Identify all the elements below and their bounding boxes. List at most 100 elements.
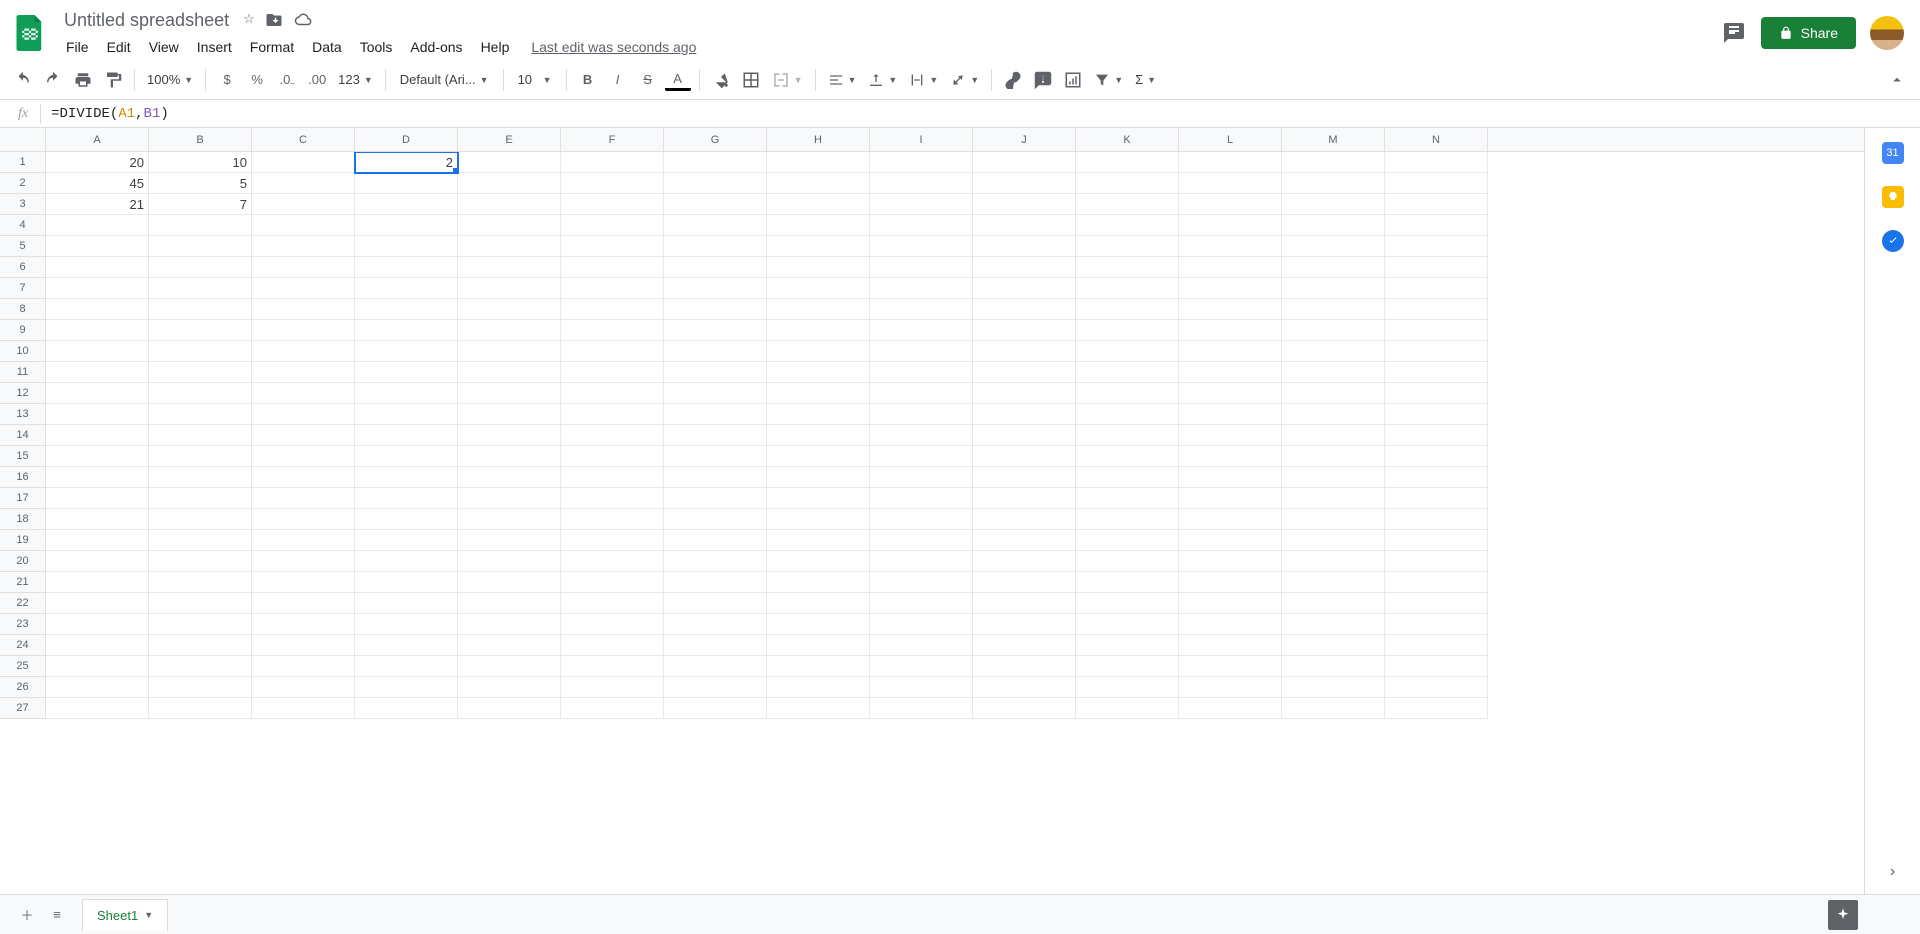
move-icon[interactable]: [265, 11, 283, 29]
cell-F3[interactable]: [561, 194, 664, 215]
cell-C21[interactable]: [252, 572, 355, 593]
cell-G9[interactable]: [664, 320, 767, 341]
cell-F12[interactable]: [561, 383, 664, 404]
cell-H2[interactable]: [767, 173, 870, 194]
cell-D4[interactable]: [355, 215, 458, 236]
cell-G25[interactable]: [664, 656, 767, 677]
cell-E21[interactable]: [458, 572, 561, 593]
column-header-L[interactable]: L: [1179, 128, 1282, 151]
cell-C3[interactable]: [252, 194, 355, 215]
cell-A3[interactable]: 21: [46, 194, 149, 215]
cell-L18[interactable]: [1179, 509, 1282, 530]
cell-F13[interactable]: [561, 404, 664, 425]
cell-E23[interactable]: [458, 614, 561, 635]
cell-B5[interactable]: [149, 236, 252, 257]
cell-E8[interactable]: [458, 299, 561, 320]
cell-D9[interactable]: [355, 320, 458, 341]
share-button[interactable]: Share: [1761, 17, 1856, 49]
cell-J25[interactable]: [973, 656, 1076, 677]
cell-J3[interactable]: [973, 194, 1076, 215]
tasks-icon[interactable]: [1882, 230, 1904, 252]
merge-cells-button[interactable]: ▼: [768, 67, 807, 93]
cell-I22[interactable]: [870, 593, 973, 614]
cell-E2[interactable]: [458, 173, 561, 194]
cell-C1[interactable]: [252, 152, 355, 173]
cell-D8[interactable]: [355, 299, 458, 320]
cell-B15[interactable]: [149, 446, 252, 467]
cell-B7[interactable]: [149, 278, 252, 299]
cell-B1[interactable]: 10: [149, 152, 252, 173]
cell-J9[interactable]: [973, 320, 1076, 341]
row-header-11[interactable]: 11: [0, 362, 46, 383]
cell-A6[interactable]: [46, 257, 149, 278]
cell-H6[interactable]: [767, 257, 870, 278]
cell-E13[interactable]: [458, 404, 561, 425]
row-header-26[interactable]: 26: [0, 677, 46, 698]
cell-C27[interactable]: [252, 698, 355, 719]
cell-C18[interactable]: [252, 509, 355, 530]
insert-comment-button[interactable]: +: [1030, 67, 1056, 93]
cell-K7[interactable]: [1076, 278, 1179, 299]
cell-C20[interactable]: [252, 551, 355, 572]
cell-L10[interactable]: [1179, 341, 1282, 362]
cell-B8[interactable]: [149, 299, 252, 320]
cell-H9[interactable]: [767, 320, 870, 341]
column-header-G[interactable]: G: [664, 128, 767, 151]
cell-H26[interactable]: [767, 677, 870, 698]
borders-button[interactable]: [738, 67, 764, 93]
cell-E12[interactable]: [458, 383, 561, 404]
cell-I14[interactable]: [870, 425, 973, 446]
cell-B12[interactable]: [149, 383, 252, 404]
cell-J22[interactable]: [973, 593, 1076, 614]
cell-J19[interactable]: [973, 530, 1076, 551]
cell-H21[interactable]: [767, 572, 870, 593]
vertical-align-button[interactable]: ▼: [864, 67, 901, 93]
cell-M17[interactable]: [1282, 488, 1385, 509]
cell-N24[interactable]: [1385, 635, 1488, 656]
cell-H8[interactable]: [767, 299, 870, 320]
cell-B9[interactable]: [149, 320, 252, 341]
cell-N19[interactable]: [1385, 530, 1488, 551]
cell-E11[interactable]: [458, 362, 561, 383]
number-format-select[interactable]: 123▼: [334, 67, 377, 93]
cell-E18[interactable]: [458, 509, 561, 530]
cell-K18[interactable]: [1076, 509, 1179, 530]
column-header-H[interactable]: H: [767, 128, 870, 151]
redo-button[interactable]: [40, 67, 66, 93]
cell-B13[interactable]: [149, 404, 252, 425]
cell-D25[interactable]: [355, 656, 458, 677]
cell-C12[interactable]: [252, 383, 355, 404]
cell-J23[interactable]: [973, 614, 1076, 635]
cell-A17[interactable]: [46, 488, 149, 509]
cell-F20[interactable]: [561, 551, 664, 572]
explore-button[interactable]: [1828, 900, 1858, 930]
cell-H1[interactable]: [767, 152, 870, 173]
cell-L19[interactable]: [1179, 530, 1282, 551]
cell-D19[interactable]: [355, 530, 458, 551]
cell-L13[interactable]: [1179, 404, 1282, 425]
cell-J26[interactable]: [973, 677, 1076, 698]
cell-F16[interactable]: [561, 467, 664, 488]
cell-J16[interactable]: [973, 467, 1076, 488]
column-header-N[interactable]: N: [1385, 128, 1488, 151]
cell-K2[interactable]: [1076, 173, 1179, 194]
cell-J18[interactable]: [973, 509, 1076, 530]
row-header-16[interactable]: 16: [0, 467, 46, 488]
cell-G10[interactable]: [664, 341, 767, 362]
cell-C13[interactable]: [252, 404, 355, 425]
menu-edit[interactable]: Edit: [99, 35, 139, 59]
cell-L16[interactable]: [1179, 467, 1282, 488]
cell-M10[interactable]: [1282, 341, 1385, 362]
cell-H12[interactable]: [767, 383, 870, 404]
cell-H24[interactable]: [767, 635, 870, 656]
cell-F24[interactable]: [561, 635, 664, 656]
cell-D20[interactable]: [355, 551, 458, 572]
cell-L8[interactable]: [1179, 299, 1282, 320]
cell-I21[interactable]: [870, 572, 973, 593]
cell-D5[interactable]: [355, 236, 458, 257]
cell-A8[interactable]: [46, 299, 149, 320]
cell-N23[interactable]: [1385, 614, 1488, 635]
cell-K1[interactable]: [1076, 152, 1179, 173]
cell-F25[interactable]: [561, 656, 664, 677]
cell-H27[interactable]: [767, 698, 870, 719]
